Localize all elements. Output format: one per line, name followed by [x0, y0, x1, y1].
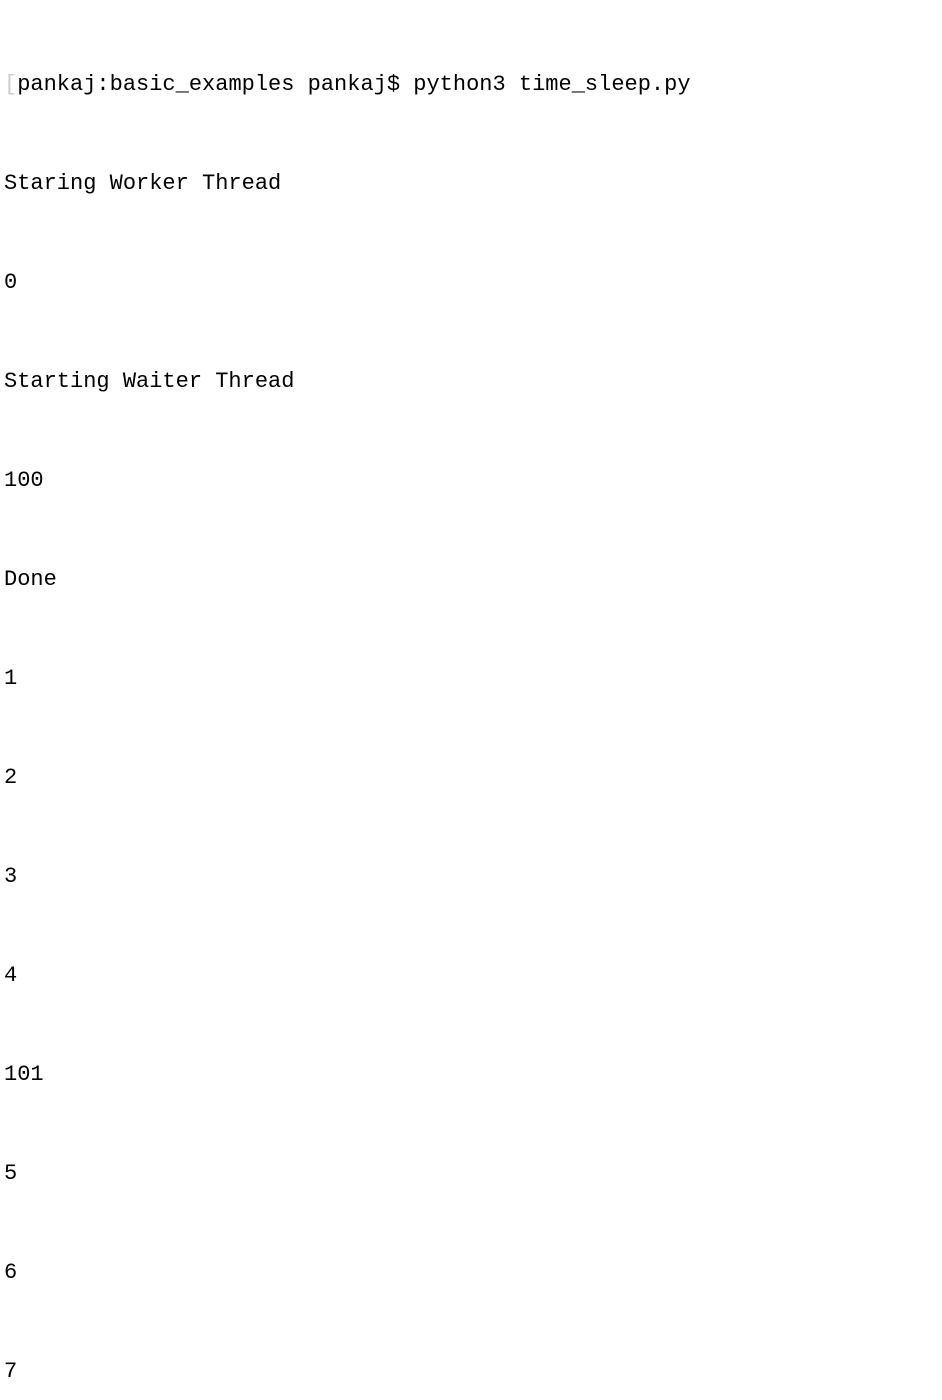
prompt-text: pankaj:basic_examples pankaj$: [17, 72, 413, 97]
terminal-line: 5: [4, 1157, 938, 1190]
terminal-line: 6: [4, 1256, 938, 1289]
terminal-line: 100: [4, 464, 938, 497]
terminal-line: 2: [4, 761, 938, 794]
terminal-line: 0: [4, 266, 938, 299]
terminal-line-prompt: [pankaj:basic_examples pankaj$ python3 t…: [4, 68, 938, 101]
terminal-line: Done: [4, 563, 938, 596]
terminal-line: 3: [4, 860, 938, 893]
command-text: python3 time_sleep.py: [413, 72, 690, 97]
terminal-line: 7: [4, 1355, 938, 1388]
terminal-output[interactable]: [pankaj:basic_examples pankaj$ python3 t…: [4, 2, 938, 1400]
terminal-line: Staring Worker Thread: [4, 167, 938, 200]
terminal-line: Starting Waiter Thread: [4, 365, 938, 398]
terminal-line: 1: [4, 662, 938, 695]
prompt-bracket: [: [4, 72, 17, 97]
terminal-line: 4: [4, 959, 938, 992]
terminal-line: 101: [4, 1058, 938, 1091]
